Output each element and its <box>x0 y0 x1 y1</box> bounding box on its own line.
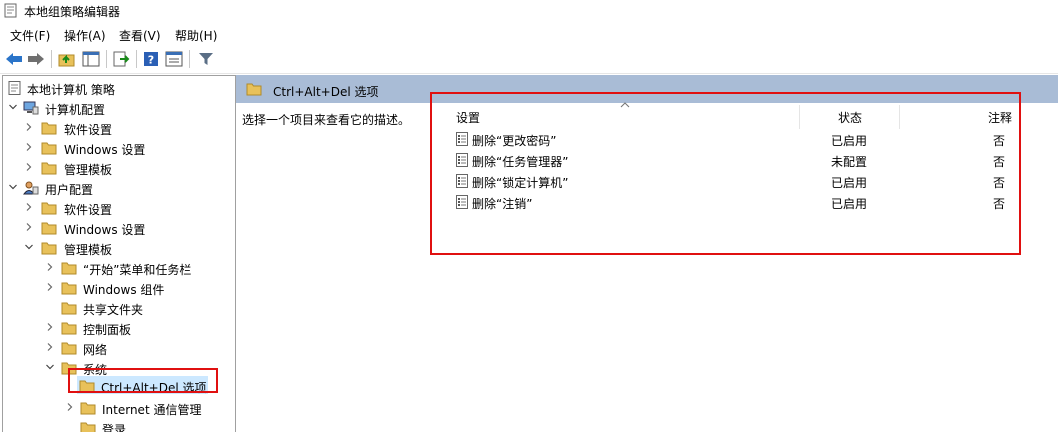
folder-icon <box>41 162 57 175</box>
show-hide-tree-icon <box>82 51 100 67</box>
tree-item-root[interactable]: 本地计算机 策略 <box>3 78 235 98</box>
tree-item-label: 软件设置 <box>64 203 113 217</box>
tree-item-label: 控制面板 <box>83 323 132 337</box>
chevron-right-icon[interactable] <box>45 342 55 352</box>
menu-bar: 文件(F) 操作(A) 查看(V) 帮助(H) <box>0 22 1058 45</box>
window-title: 本地组策略编辑器 <box>24 5 121 19</box>
back-button[interactable] <box>4 49 24 69</box>
tree-item-control-panel[interactable]: 控制面板 <box>3 318 235 338</box>
properties-button[interactable] <box>164 49 184 69</box>
export-list-icon <box>113 51 130 67</box>
folder-icon <box>61 282 77 295</box>
tree-item-label: Windows 设置 <box>64 223 146 237</box>
tree-item-label: 登录 <box>102 423 127 432</box>
chevron-right-icon[interactable] <box>24 142 34 152</box>
tree-item-computer-config[interactable]: 计算机配置 <box>3 98 235 118</box>
chevron-right-icon[interactable] <box>24 162 34 172</box>
tree-item-label: 管理模板 <box>64 243 113 257</box>
chevron-right-icon[interactable] <box>45 282 55 292</box>
chevron-right-icon[interactable] <box>65 402 75 412</box>
tree-item-label: 本地计算机 策略 <box>27 83 115 97</box>
tree-item-network[interactable]: 网络 <box>3 338 235 358</box>
folder-icon <box>41 122 57 135</box>
filter-button[interactable] <box>196 49 216 69</box>
policy-editor-icon <box>4 3 17 18</box>
chevron-right-icon[interactable] <box>24 122 34 132</box>
chevron-right-icon[interactable] <box>45 322 55 332</box>
policy-document-icon <box>8 81 21 95</box>
tree-item-user-config[interactable]: 用户配置 <box>3 178 235 198</box>
tree-item-label: Windows 设置 <box>64 143 146 157</box>
tree-item-label: “开始”菜单和任务栏 <box>83 263 192 277</box>
tree-item-uc-admin[interactable]: 管理模板 <box>3 238 235 258</box>
chevron-right-icon[interactable] <box>24 202 34 212</box>
filter-icon <box>199 53 213 65</box>
chevron-down-icon[interactable] <box>8 102 18 112</box>
tree-item-internet-comm[interactable]: Internet 通信管理 <box>3 398 235 418</box>
tree-item-uc-windows[interactable]: Windows 设置 <box>3 218 235 238</box>
user-icon <box>23 181 39 195</box>
folder-icon <box>61 302 77 315</box>
tree-item-label: 管理模板 <box>64 163 113 177</box>
tree-item-cc-software[interactable]: 软件设置 <box>3 118 235 138</box>
toolbar: ? <box>0 45 1058 74</box>
computer-icon <box>23 101 39 115</box>
chevron-down-icon[interactable] <box>45 362 55 372</box>
menu-action[interactable]: 操作(A) <box>64 27 106 44</box>
menu-file[interactable]: 文件(F) <box>10 27 50 44</box>
folder-icon <box>80 422 96 432</box>
tree-item-windows-components[interactable]: Windows 组件 <box>3 278 235 298</box>
folder-icon <box>61 262 77 275</box>
annotation-box-list <box>430 92 1021 255</box>
svg-text:?: ? <box>148 54 154 67</box>
tree-item-label: 用户配置 <box>45 183 94 197</box>
forward-button[interactable] <box>26 49 46 69</box>
tree-item-label: Windows 组件 <box>83 283 165 297</box>
tree-item-label: 网络 <box>83 343 108 357</box>
tree-item-start-menu[interactable]: “开始”菜单和任务栏 <box>3 258 235 278</box>
folder-icon <box>41 202 57 215</box>
folder-icon <box>61 322 77 335</box>
up-folder-button[interactable] <box>57 49 77 69</box>
folder-icon <box>41 142 57 155</box>
chevron-down-icon[interactable] <box>24 242 34 252</box>
chevron-right-icon[interactable] <box>24 222 34 232</box>
tree-item-logon[interactable]: 登录 <box>3 418 235 432</box>
chevron-right-icon[interactable] <box>45 262 55 272</box>
folder-icon <box>61 342 77 355</box>
tree-item-uc-software[interactable]: 软件设置 <box>3 198 235 218</box>
back-icon <box>6 53 22 65</box>
forward-icon <box>28 53 44 65</box>
help-icon: ? <box>144 52 158 67</box>
menu-help[interactable]: 帮助(H) <box>175 27 217 44</box>
title-bar: 本地组策略编辑器 <box>0 0 1058 22</box>
chevron-down-icon[interactable] <box>8 182 18 192</box>
help-button[interactable]: ? <box>141 49 161 69</box>
tree-item-label: Internet 通信管理 <box>102 403 202 417</box>
tree-item-cc-windows[interactable]: Windows 设置 <box>3 138 235 158</box>
tree-item-shared-folders[interactable]: 共享文件夹 <box>3 298 235 318</box>
tree-item-label: 共享文件夹 <box>83 303 144 317</box>
up-folder-icon <box>58 54 75 67</box>
properties-icon <box>165 51 183 67</box>
tree-item-cc-admin[interactable]: 管理模板 <box>3 158 235 178</box>
folder-icon <box>80 402 96 415</box>
menu-view[interactable]: 查看(V) <box>119 27 161 44</box>
show-hide-tree-button[interactable] <box>81 49 101 69</box>
details-title: Ctrl+Alt+Del 选项 <box>273 85 379 99</box>
folder-icon <box>246 83 262 96</box>
tree-item-label: 软件设置 <box>64 123 113 137</box>
export-list-button[interactable] <box>111 49 131 69</box>
folder-open-icon <box>41 242 57 255</box>
folder-icon <box>41 222 57 235</box>
description-text: 选择一个项目来查看它的描述。 <box>242 113 411 127</box>
annotation-box-tree <box>68 368 218 393</box>
tree-item-label: 计算机配置 <box>45 103 106 117</box>
